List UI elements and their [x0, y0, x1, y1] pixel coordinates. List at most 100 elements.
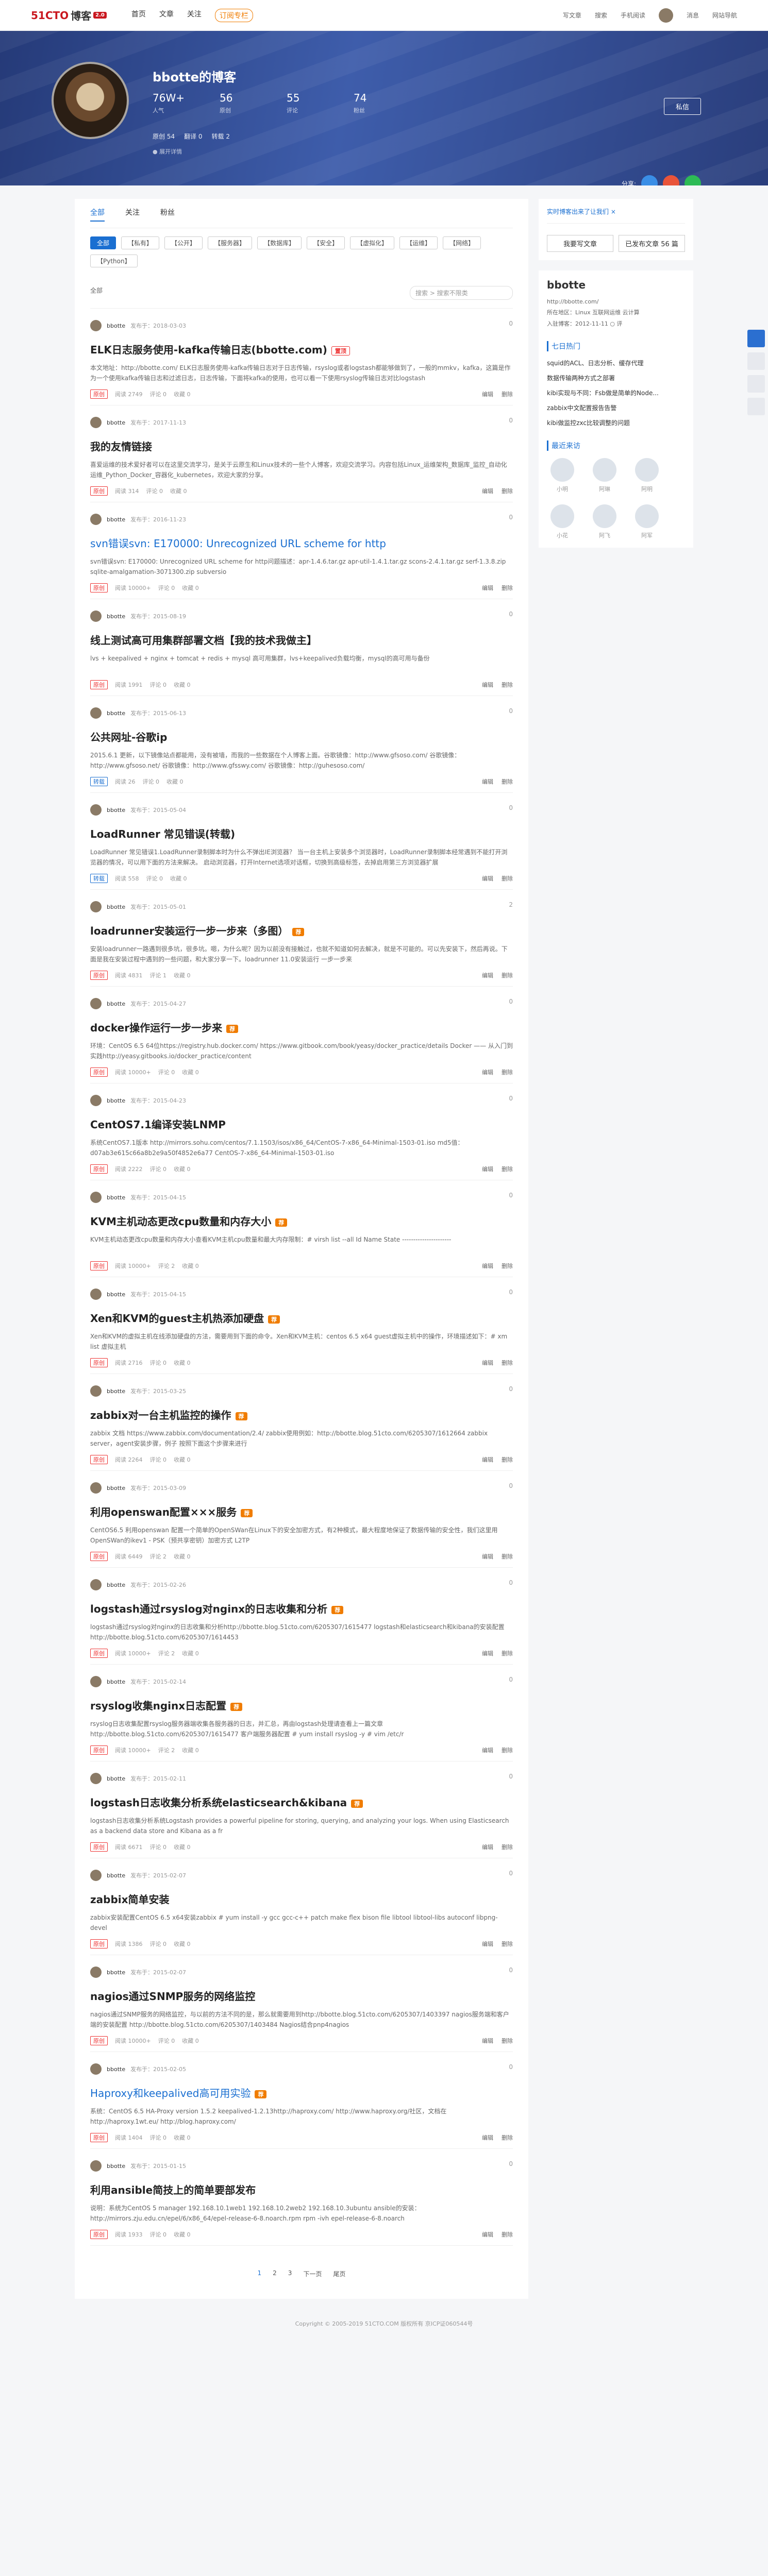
like-count[interactable]: 0	[509, 1579, 513, 1586]
post-author[interactable]: bbotte	[107, 516, 125, 523]
like-count[interactable]: 0	[509, 611, 513, 618]
post-title-text[interactable]: zabbix对一台主机监控的操作	[90, 1409, 231, 1421]
page-link[interactable]: 尾页	[333, 2269, 345, 2278]
comment-count[interactable]: 评论 0	[143, 777, 160, 786]
post-author[interactable]: bbotte	[107, 2163, 125, 2170]
blog-search-input[interactable]: 搜索 > 搜索不限类	[410, 286, 513, 300]
delete-link[interactable]: 删除	[502, 1068, 513, 1076]
delete-link[interactable]: 删除	[502, 1455, 513, 1464]
comment-count[interactable]: 评论 0	[150, 390, 167, 398]
favorite-count[interactable]: 收藏 0	[174, 2133, 191, 2142]
author-avatar[interactable]	[90, 1192, 102, 1203]
visitor-item[interactable]: 小花	[547, 504, 578, 539]
edit-link[interactable]: 编辑	[482, 681, 493, 689]
post-title[interactable]: 利用ansible简技上的简单要部发布	[90, 2182, 513, 2197]
like-count[interactable]: 0	[509, 514, 513, 521]
comment-count[interactable]: 评论 0	[146, 487, 163, 495]
share-float-icon[interactable]	[747, 398, 765, 415]
post-author[interactable]: bbotte	[107, 1969, 125, 1976]
comment-count[interactable]: 评论 2	[158, 1262, 175, 1270]
category-chip[interactable]: 【数据库】	[257, 236, 302, 249]
post-author[interactable]: bbotte	[107, 613, 125, 620]
like-count[interactable]: 0	[509, 707, 513, 715]
post-title-text[interactable]: 利用ansible简技上的简单要部发布	[90, 2184, 256, 2196]
favorite-count[interactable]: 收藏 0	[182, 584, 199, 592]
category-chip[interactable]: 【运维】	[399, 236, 438, 249]
edit-link[interactable]: 编辑	[482, 584, 493, 592]
nav-home[interactable]: 首页	[131, 9, 146, 22]
post-author[interactable]: bbotte	[107, 1872, 125, 1879]
category-chip[interactable]: 【Python】	[90, 255, 138, 267]
author-avatar[interactable]	[90, 1967, 102, 1978]
edit-link[interactable]: 编辑	[482, 1455, 493, 1464]
post-title[interactable]: KVM主机动态更改cpu数量和内存大小荐	[90, 1213, 513, 1228]
post-title[interactable]: ELK日志服务使用-kafka传输日志(bbotte.com) 置顶	[90, 342, 513, 357]
comment-count[interactable]: 评论 0	[150, 1165, 167, 1173]
comment-count[interactable]: 评论 0	[146, 874, 163, 883]
edit-link[interactable]: 编辑	[482, 1940, 493, 1948]
tab-follow[interactable]: 关注	[125, 207, 140, 222]
post-author[interactable]: bbotte	[107, 1291, 125, 1298]
comment-count[interactable]: 评论 0	[150, 1455, 167, 1464]
like-count[interactable]: 0	[509, 1967, 513, 1974]
like-count[interactable]: 0	[509, 1676, 513, 1683]
author-avatar[interactable]	[90, 998, 102, 1009]
post-title-text[interactable]: 线上测试高可用集群部署文档【我的技术我做主】	[90, 634, 317, 647]
favorite-count[interactable]: 收藏 0	[182, 2037, 199, 2045]
favorite-count[interactable]: 收藏 0	[174, 1843, 191, 1851]
visitor-avatar[interactable]	[593, 504, 616, 528]
category-chip[interactable]: 【网络】	[443, 236, 481, 249]
edit-link[interactable]: 编辑	[482, 1359, 493, 1367]
visitor-item[interactable]: 阿明	[631, 458, 662, 493]
delete-link[interactable]: 删除	[502, 2037, 513, 2045]
comment-float-icon[interactable]	[747, 375, 765, 393]
edit-link[interactable]: 编辑	[482, 971, 493, 979]
favorite-count[interactable]: 收藏 0	[182, 1649, 199, 1657]
comment-count[interactable]: 评论 0	[150, 2230, 167, 2239]
post-title-text[interactable]: KVM主机动态更改cpu数量和内存大小	[90, 1215, 271, 1228]
post-author[interactable]: bbotte	[107, 710, 125, 717]
published-articles-button[interactable]: 已发布文章 56 篇	[619, 235, 685, 252]
page-link[interactable]: 下一页	[303, 2269, 322, 2278]
edit-link[interactable]: 编辑	[482, 1649, 493, 1657]
post-title-text[interactable]: docker操作运行一步一步来	[90, 1022, 222, 1034]
category-chip[interactable]: 【安全】	[307, 236, 345, 249]
nav-articles[interactable]: 文章	[159, 9, 174, 22]
visitor-item[interactable]: 阿飞	[589, 504, 620, 539]
author-avatar[interactable]	[90, 804, 102, 816]
hot-item[interactable]: 数据传输两种方式之部署	[547, 374, 685, 382]
author-avatar[interactable]	[90, 1870, 102, 1881]
delete-link[interactable]: 删除	[502, 971, 513, 979]
hot-item[interactable]: squid的ACL、日志分析、缓存代理	[547, 359, 685, 367]
like-count[interactable]: 0	[509, 1482, 513, 1489]
author-avatar[interactable]	[90, 1095, 102, 1106]
weibo-share-icon[interactable]	[663, 175, 679, 185]
search-link[interactable]: 搜索	[595, 11, 607, 20]
comment-count[interactable]: 评论 2	[158, 1649, 175, 1657]
user-avatar[interactable]	[658, 8, 673, 23]
author-avatar[interactable]	[90, 1289, 102, 1300]
post-author[interactable]: bbotte	[107, 1582, 125, 1588]
like-count[interactable]: 0	[509, 1773, 513, 1780]
post-title[interactable]: loadrunner安装运行一步一步来（多图） 荐	[90, 923, 513, 938]
visitor-avatar[interactable]	[635, 458, 659, 482]
like-count[interactable]: 0	[509, 1385, 513, 1393]
category-chip[interactable]: 【服务器】	[208, 236, 253, 249]
like-float-icon[interactable]	[747, 352, 765, 370]
post-title[interactable]: rsyslog收集nginx日志配置荐	[90, 1698, 513, 1713]
delete-link[interactable]: 删除	[502, 1262, 513, 1270]
delete-link[interactable]: 删除	[502, 1940, 513, 1948]
delete-link[interactable]: 删除	[502, 777, 513, 786]
like-count[interactable]: 0	[509, 998, 513, 1005]
comment-count[interactable]: 评论 0	[158, 584, 175, 592]
category-chip[interactable]: 全部	[90, 236, 116, 249]
delete-link[interactable]: 删除	[502, 2133, 513, 2142]
edit-link[interactable]: 编辑	[482, 1552, 493, 1561]
visitor-item[interactable]: 阿军	[631, 504, 662, 539]
order-select[interactable]: 全部	[90, 286, 103, 300]
expand-details[interactable]: ● 展开详情	[153, 147, 182, 156]
post-author[interactable]: bbotte	[107, 1001, 125, 1007]
author-url[interactable]: http://bbotte.com/	[547, 298, 685, 305]
delete-link[interactable]: 删除	[502, 874, 513, 883]
post-title-text[interactable]: ELK日志服务使用-kafka传输日志(bbotte.com)	[90, 344, 327, 356]
